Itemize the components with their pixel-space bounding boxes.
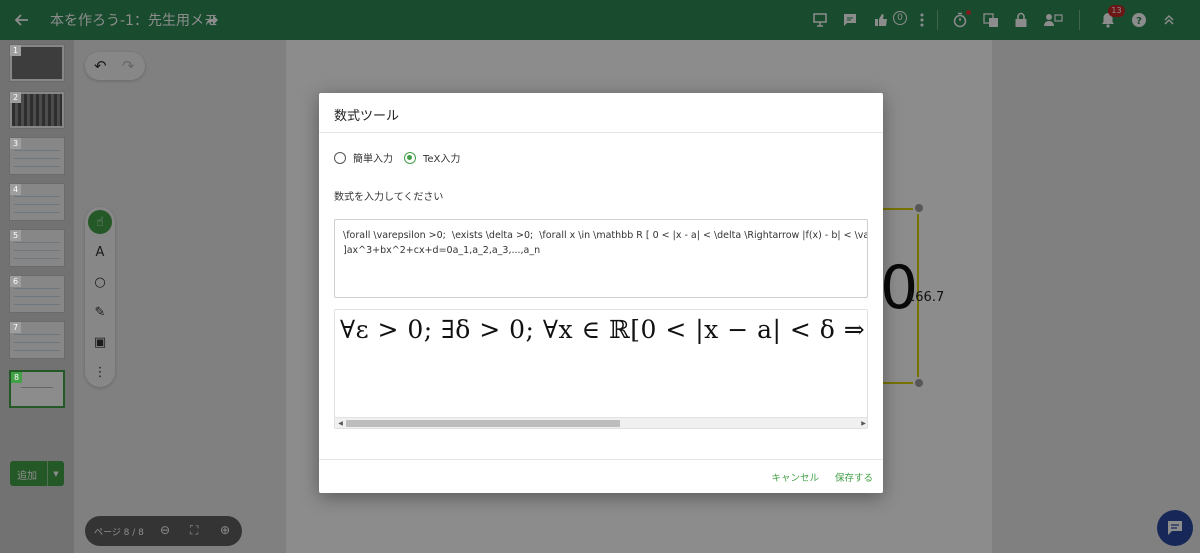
cancel-button[interactable]: キャンセル bbox=[771, 470, 819, 484]
slide-number: 4 bbox=[10, 184, 21, 195]
slide-number: 1 bbox=[10, 45, 21, 56]
radio-button[interactable] bbox=[334, 151, 346, 164]
tex-line-2: ]ax^3+bx^2+cx+d=0a_1,a_2,a_3,...,a_n bbox=[343, 244, 541, 256]
radio-tex-input[interactable]: TeX入力 bbox=[404, 150, 460, 165]
math-tool-dialog: 数式ツール 簡単入力 TeX入力 数式を入力してください \forall \va… bbox=[319, 93, 883, 493]
slide-number: 3 bbox=[10, 138, 21, 149]
slide-number: 8 bbox=[11, 372, 22, 383]
dialog-title: 数式ツール bbox=[334, 109, 400, 124]
radio-button-checked[interactable] bbox=[404, 151, 416, 164]
radio-simple-input[interactable]: 簡単入力 bbox=[334, 150, 393, 165]
slide-number: 7 bbox=[10, 322, 21, 333]
horizontal-scrollbar[interactable]: ◀ ▶ bbox=[335, 417, 867, 428]
radio-label-simple: 簡単入力 bbox=[353, 154, 393, 165]
scroll-right-icon[interactable]: ▶ bbox=[858, 418, 867, 428]
scroll-thumb[interactable] bbox=[346, 420, 620, 427]
tex-input-field[interactable]: \forall \varepsilon >0; \exists \delta >… bbox=[334, 219, 868, 298]
tex-line-1: \forall \varepsilon >0; \exists \delta >… bbox=[343, 230, 868, 241]
slide-number: 6 bbox=[10, 276, 21, 287]
slide-number: 5 bbox=[10, 230, 21, 241]
radio-label-tex: TeX入力 bbox=[423, 154, 461, 165]
dialog-divider bbox=[319, 459, 883, 460]
slide-number: 2 bbox=[10, 92, 21, 103]
rendered-formula: ∀ε > 0; ∃δ > 0; ∀x ∈ ℝ[0 < |x − a| < δ ⇒… bbox=[340, 315, 867, 344]
scroll-left-icon[interactable]: ◀ bbox=[335, 418, 346, 428]
input-prompt: 数式を入力してください bbox=[334, 192, 444, 203]
dialog-actions: キャンセル 保存する bbox=[771, 470, 873, 484]
dialog-divider bbox=[319, 132, 883, 133]
math-preview: ∀ε > 0; ∃δ > 0; ∀x ∈ ℝ[0 < |x − a| < δ ⇒… bbox=[334, 309, 868, 429]
save-button[interactable]: 保存する bbox=[835, 470, 873, 484]
